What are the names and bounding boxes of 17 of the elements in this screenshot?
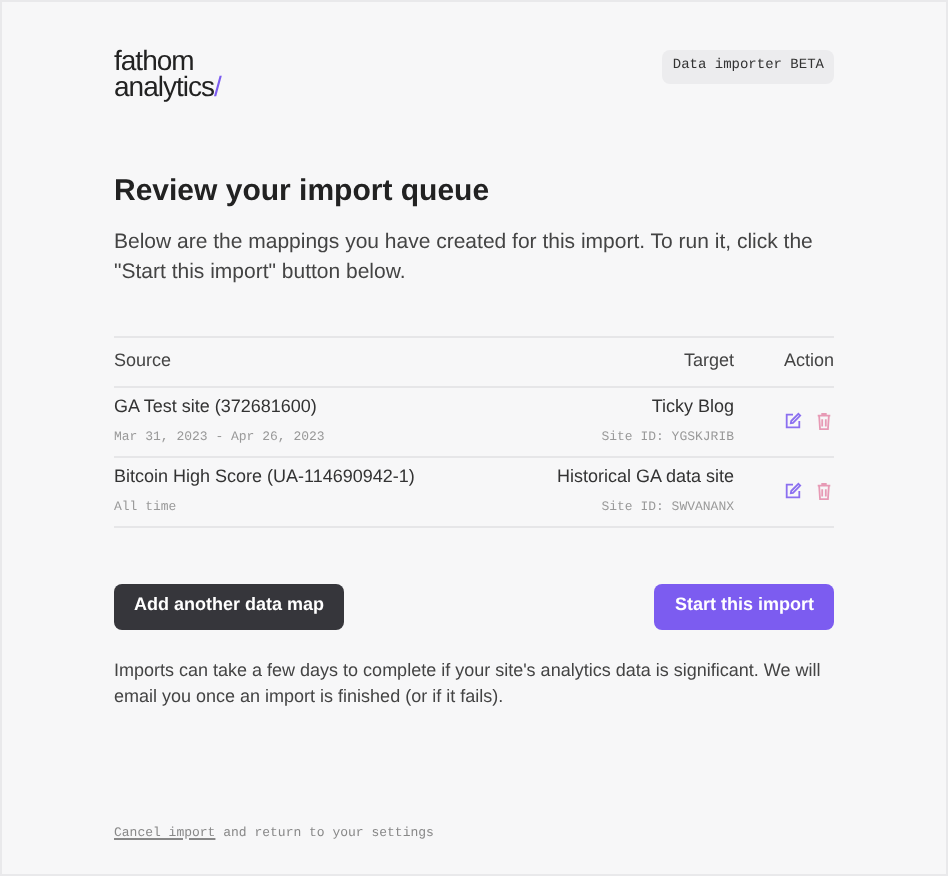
trash-icon[interactable] <box>816 412 832 430</box>
info-text: Imports can take a few days to complete if your site's analytics data is significant. We will email you once an import is finished (or if it fails). <box>114 657 823 709</box>
edit-icon[interactable] <box>784 482 802 500</box>
target-name: Ticky Blog <box>651 394 734 421</box>
trash-icon[interactable] <box>816 482 832 500</box>
start-import-button[interactable]: Start this import <box>654 583 834 629</box>
column-header: Action <box>781 347 834 374</box>
add-data-map-button[interactable]: Add another data map <box>114 583 345 629</box>
edit-icon[interactable] <box>784 412 802 430</box>
column-header: Target <box>683 347 734 374</box>
column-header: Source <box>114 347 174 374</box>
target-name: Historical GA data site <box>556 464 734 491</box>
intro-text: Below are the mappings you have created for this import. To run it, click the "Start this import" button below. <box>114 227 815 287</box>
source-name: Bitcoin High Score (UA-114690942-1) <box>114 464 417 491</box>
source-name: GA Test site (372681600) <box>114 394 319 421</box>
page-title: Review your import queue <box>114 172 492 212</box>
logo: fathom analytics/ <box>114 46 221 100</box>
